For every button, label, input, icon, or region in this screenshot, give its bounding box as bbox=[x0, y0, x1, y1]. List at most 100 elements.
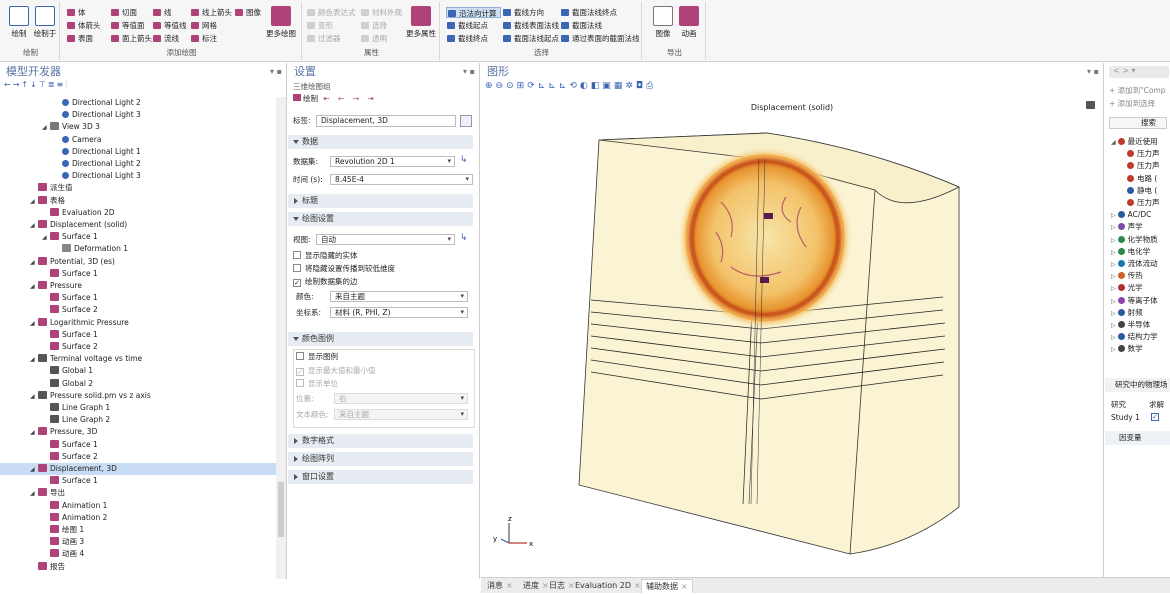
bottom-tab[interactable]: 消息 × bbox=[483, 579, 517, 593]
expand-arrow-icon[interactable]: ◢ bbox=[30, 196, 38, 208]
arrow-up-icon[interactable]: ↑ bbox=[21, 80, 30, 89]
tree-node[interactable]: Directional Light 2 bbox=[0, 97, 141, 109]
physics-tree-item[interactable]: 压力声 bbox=[1125, 148, 1160, 160]
tree-node[interactable]: Deformation 1 bbox=[0, 243, 128, 255]
physics-tree-item[interactable]: ▷ 流体流动 bbox=[1111, 258, 1158, 270]
physics-tree-item[interactable]: ▷ 化学物质 bbox=[1111, 234, 1158, 246]
collapse-arrow-icon[interactable]: ▷ bbox=[1111, 273, 1116, 280]
more-attributes-button[interactable]: 更多属性 bbox=[404, 6, 438, 39]
expand-arrow-icon[interactable]: ◢ bbox=[30, 488, 38, 500]
cutline-end-button[interactable]: 截线终点 bbox=[446, 33, 488, 44]
collapse-arrow-icon[interactable]: ▷ bbox=[1111, 237, 1116, 244]
checkbox-icon[interactable] bbox=[296, 352, 304, 360]
show-hidden-checkbox[interactable]: 显示隐藏的实体 bbox=[293, 250, 358, 262]
color-select[interactable]: 来自主题 bbox=[330, 291, 468, 302]
transparency-button[interactable]: 透明 bbox=[360, 33, 387, 44]
tree-node[interactable]: Global 1 bbox=[0, 365, 93, 377]
slice-button[interactable]: 切面 bbox=[110, 7, 137, 18]
tree-node[interactable]: Directional Light 2 bbox=[0, 158, 141, 170]
cutplane-normal-button[interactable]: 截面法线 bbox=[560, 20, 602, 31]
view-select[interactable]: 自动 bbox=[316, 234, 455, 245]
streamline-button[interactable]: 流线 bbox=[152, 33, 179, 44]
section-window-settings[interactable]: 窗口设置 bbox=[288, 470, 473, 484]
tree-node[interactable]: ◢ View 3D 3 bbox=[0, 121, 100, 133]
expand-arrow-icon[interactable]: ◢ bbox=[30, 318, 38, 330]
image-button[interactable]: 图像 bbox=[234, 7, 261, 18]
physics-tree-item[interactable]: ▷ 结构力学 bbox=[1111, 331, 1158, 343]
filter-button[interactable]: 过滤器 bbox=[306, 33, 341, 44]
show-legend-checkbox[interactable]: 显示图例 bbox=[296, 351, 338, 363]
mesh-button[interactable]: 网格 bbox=[190, 20, 217, 31]
annotation-button[interactable]: 标注 bbox=[190, 33, 217, 44]
tree-node[interactable]: ◢ Surface 1 bbox=[0, 231, 98, 243]
volume-arrow-button[interactable]: 体箭头 bbox=[66, 20, 101, 31]
tree-node[interactable]: Directional Light 1 bbox=[0, 146, 141, 158]
tree-node[interactable]: Evaluation 2D bbox=[0, 207, 115, 219]
settings-gear-icon[interactable]: ✲ bbox=[625, 81, 636, 91]
collapse-arrow-icon[interactable]: ▷ bbox=[1111, 224, 1116, 231]
color-expression-button[interactable]: 颜色表达式 bbox=[306, 7, 356, 18]
section-number-format[interactable]: 数字格式 bbox=[288, 434, 473, 448]
physics-tree-item[interactable]: ▷ 光学 bbox=[1111, 282, 1143, 294]
grid-icon[interactable]: ▦ bbox=[614, 81, 626, 91]
tree-node[interactable]: Directional Light 3 bbox=[0, 170, 141, 182]
physics-tree-item[interactable]: ▷ 传热 bbox=[1111, 270, 1143, 282]
tree-node[interactable]: Surface 1 bbox=[0, 475, 98, 487]
menu-icon[interactable]: ⫶ bbox=[65, 80, 69, 89]
view-xy-icon[interactable]: ⊾ bbox=[538, 81, 549, 91]
checkbox-checked-icon[interactable]: ✓ bbox=[296, 368, 304, 376]
expand-arrow-icon[interactable]: ◢ bbox=[30, 427, 38, 439]
physics-tree-item[interactable]: ▷ AC/DC bbox=[1111, 209, 1151, 221]
tree-node[interactable]: Surface 2 bbox=[0, 451, 98, 463]
expand-arrow-icon[interactable]: ◢ bbox=[1111, 139, 1116, 146]
solve-checkbox[interactable]: ✓ bbox=[1151, 413, 1159, 421]
checkbox-icon[interactable] bbox=[293, 251, 301, 259]
section-plot-array[interactable]: 绘图阵列 bbox=[288, 452, 473, 466]
pin-icon[interactable]: ▾ ▪ bbox=[1087, 63, 1099, 80]
tree-node[interactable]: ◢ Logarithmic Pressure bbox=[0, 317, 129, 329]
physics-tree-item[interactable]: ▷ 电化学 bbox=[1111, 246, 1150, 258]
label-input[interactable]: Displacement, 3D bbox=[316, 115, 456, 127]
physics-tree-item[interactable]: ▷ 射频 bbox=[1111, 307, 1143, 319]
tree-node[interactable]: ◢ Terminal voltage vs time bbox=[0, 353, 142, 365]
zoom-out-icon[interactable]: ⊖ bbox=[496, 81, 507, 91]
collapse-arrow-icon[interactable]: ▷ bbox=[1111, 212, 1116, 219]
isosurface-button[interactable]: 等值面 bbox=[110, 20, 145, 31]
tree-node[interactable]: Surface 2 bbox=[0, 341, 98, 353]
plot-in-button[interactable]: 绘制于 bbox=[30, 6, 60, 39]
print-icon[interactable]: ⎙ bbox=[646, 81, 656, 91]
collapse-arrow-icon[interactable]: ▷ bbox=[1111, 310, 1116, 317]
physics-tree-item[interactable]: ▷ 半导体 bbox=[1111, 319, 1150, 331]
nav-arrows-icon[interactable]: < > ▾ bbox=[1109, 66, 1136, 75]
checkbox-icon[interactable] bbox=[293, 264, 301, 272]
physics-tree-item[interactable]: ▷ 声学 bbox=[1111, 221, 1143, 233]
view-reset-icon[interactable]: ⟲ bbox=[569, 81, 580, 91]
tree-node[interactable]: Directional Light 3 bbox=[0, 109, 141, 121]
coord-select[interactable]: 材料 (R, PHI, Z) bbox=[330, 307, 468, 318]
dataset-goto-icon[interactable]: ↳ bbox=[460, 155, 468, 165]
tree-node[interactable]: ◢ Displacement, 3D bbox=[0, 463, 276, 475]
cutline-start-button[interactable]: 截线起点 bbox=[446, 20, 488, 31]
normal-compute-button[interactable]: 沿法向计算 bbox=[446, 7, 501, 18]
checkbox-icon[interactable] bbox=[296, 379, 304, 387]
text-color-select[interactable]: 来自主题 bbox=[334, 409, 468, 420]
propagate-hidden-checkbox[interactable]: 将隐藏设置传播到较低维度 bbox=[293, 263, 395, 275]
contour-button[interactable]: 等值线 bbox=[152, 20, 187, 31]
tree-node[interactable]: ◢ Displacement (solid) bbox=[0, 219, 127, 231]
tree-node[interactable]: Animation 1 bbox=[0, 500, 107, 512]
physics-tree-item[interactable]: 压力声 bbox=[1125, 160, 1160, 172]
tree-node[interactable]: Line Graph 1 bbox=[0, 402, 110, 414]
arrow-down-icon[interactable]: ↓ bbox=[30, 80, 39, 89]
section-title[interactable]: 标题 bbox=[288, 194, 473, 208]
tree-node[interactable]: 动画 4 bbox=[0, 548, 84, 560]
zoom-in-icon[interactable]: ⊕ bbox=[485, 81, 496, 91]
more-plots-button[interactable]: 更多绘图 bbox=[264, 6, 298, 39]
show-units-checkbox[interactable]: 显示单位 bbox=[296, 378, 338, 390]
tree-node[interactable]: ◢ Pressure, 3D bbox=[0, 426, 97, 438]
physics-tree-item[interactable]: 静电 ( bbox=[1125, 185, 1157, 197]
time-select[interactable]: 8.45E-4 bbox=[330, 174, 473, 185]
expand-arrow-icon[interactable]: ◢ bbox=[30, 220, 38, 232]
zoom-box-icon[interactable]: ⊙ bbox=[506, 81, 517, 91]
tree-node[interactable]: Surface 1 bbox=[0, 268, 98, 280]
tree-node[interactable]: 绘图 1 bbox=[0, 524, 84, 536]
